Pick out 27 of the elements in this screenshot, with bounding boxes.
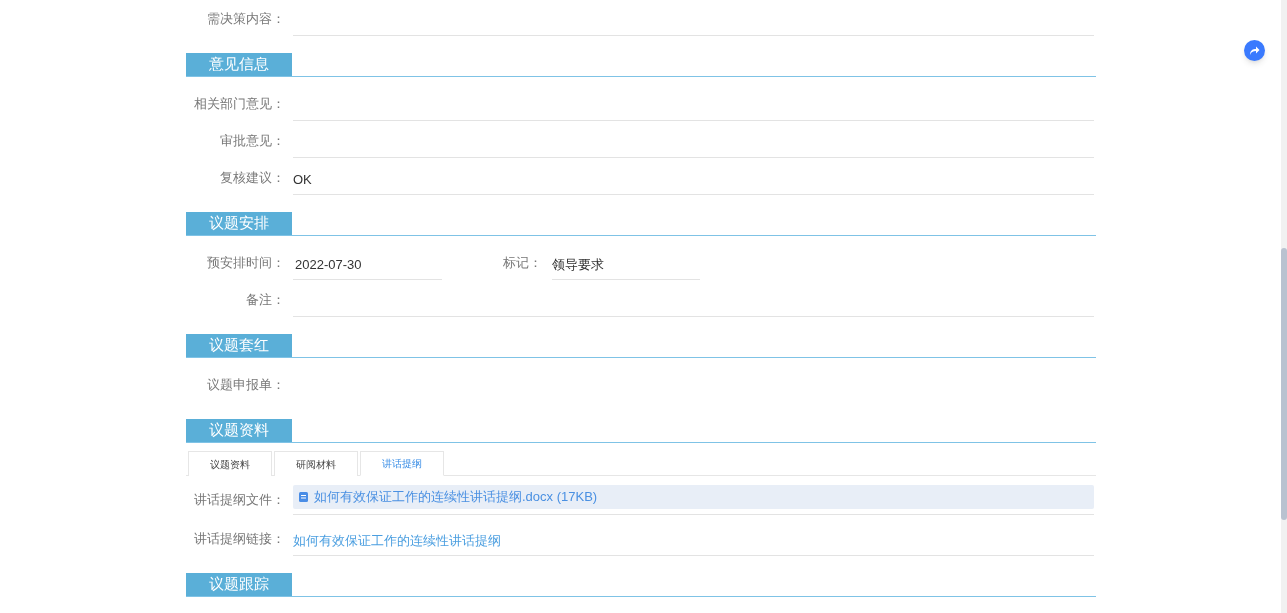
field-label: 备注： — [246, 290, 285, 309]
value-field: OK — [293, 166, 1094, 195]
field-label: 相关部门意见： — [194, 94, 285, 113]
section-title: 意见信息 — [209, 54, 269, 75]
date-field: 2022-07-30 — [293, 251, 442, 280]
field-label: 审批意见： — [220, 131, 285, 150]
field-label: 议题申报单： — [207, 375, 285, 394]
field-label: 需决策内容： — [207, 9, 285, 28]
outline-link[interactable]: 如何有效保证工作的连续性讲话提纲 — [293, 531, 501, 551]
field-label: 预安排时间： — [207, 253, 285, 272]
field-label: 标记： — [503, 253, 542, 272]
section-title: 议题安排 — [209, 213, 269, 234]
file-attachment[interactable]: 如何有效保证工作的连续性讲话提纲.docx (17KB) — [293, 485, 1094, 509]
tab[interactable]: 研阅材料 — [274, 451, 358, 476]
document-icon — [299, 492, 308, 502]
section-title: 议题跟踪 — [209, 574, 269, 595]
tab[interactable]: 议题资料 — [188, 451, 272, 476]
tab[interactable]: 讲话提纲 — [360, 451, 444, 476]
section-title: 议题资料 — [209, 420, 269, 441]
tag-field: 领导要求 — [552, 251, 700, 280]
share-button[interactable] — [1244, 40, 1265, 61]
section-title: 议题套红 — [209, 335, 269, 356]
scrollbar-thumb[interactable] — [1281, 248, 1287, 520]
field-label: 讲话提纲文件： — [194, 491, 285, 510]
share-arrow-icon — [1249, 46, 1260, 55]
field-label: 复核建议： — [220, 168, 285, 187]
field-label: 讲话提纲链接： — [194, 529, 285, 548]
